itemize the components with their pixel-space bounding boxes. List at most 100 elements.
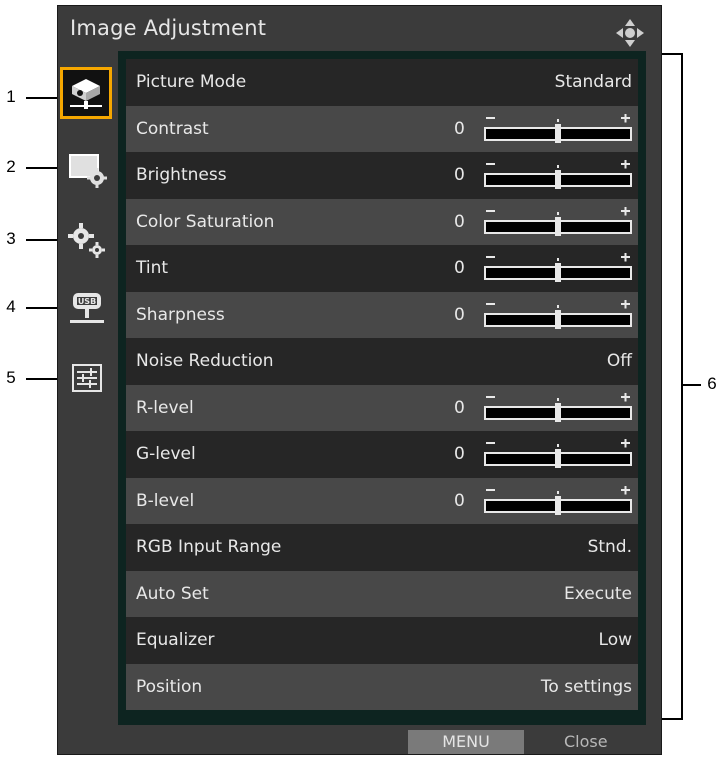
menu-panel: Picture Mode Standard Contrast 0 Brightness 0… [118,51,646,725]
adjustment-slider[interactable] [484,299,632,330]
menu-item-rgb-input-range[interactable]: RGB Input Range Stnd. [126,524,638,571]
callout-3: 3 [6,229,16,248]
slider-plus-icon [624,485,627,494]
sidebar-screen-settings[interactable] [58,146,114,192]
menu-item-number: 0 [454,397,465,418]
menu-item-value: Low [598,630,632,651]
menu-item-value: Stnd. [587,537,632,558]
menu-item-number: 0 [454,258,465,279]
slider-plus-icon [624,439,627,448]
menu-item-label: Picture Mode [136,72,247,93]
slider-plus-icon [624,206,627,215]
close-label: Close [564,732,608,751]
menu-item-g-level[interactable]: G-level 0 [126,431,638,478]
menu-item-value: Execute [564,583,632,604]
slider-plus-icon [624,160,627,169]
slider-knob [555,449,561,468]
callout-line-1 [26,97,60,99]
footer-bar: MENU Close [58,726,663,754]
adjustment-slider[interactable] [484,392,632,423]
slider-center-tick [557,118,559,122]
menu-item-label: Position [136,676,203,697]
window-title: Image Adjustment [70,16,267,40]
callout-4: 4 [6,297,16,316]
slider-minus-icon [486,116,495,119]
slider-plus-icon [624,299,627,308]
slider-minus-icon [486,256,495,258]
menu-item-label: RGB Input Range [136,537,282,558]
slider-center-tick [557,304,559,308]
menu-item-number: 0 [454,211,465,232]
slider-knob [555,123,561,143]
menu-item-number: 0 [454,118,465,139]
menu-item-b-level[interactable]: B-level 0 [126,477,638,524]
image-adjustment-window: Image Adjustment USB Picture Mode Standa… [57,5,662,755]
menu-item-noise-reduction[interactable]: Noise Reduction Off [126,338,638,385]
menu-item-sharpness[interactable]: Sharpness 0 [126,291,638,338]
information-icon [72,364,102,392]
menu-item-position[interactable]: Position To settings [126,663,638,710]
callout-6: 6 [707,374,717,393]
callout-1: 1 [6,87,16,106]
settings-gears-icon [68,223,105,258]
sidebar-information[interactable] [58,355,114,401]
menu-item-number: 0 [454,490,465,511]
menu-item-number: 0 [454,165,465,186]
menu-item-value: Off [606,351,632,372]
slider-minus-icon [486,442,495,444]
menu-item-label: Auto Set [136,583,209,604]
menu-item-contrast[interactable]: Contrast 0 [126,105,638,152]
menu-item-auto-set[interactable]: Auto Set Execute [126,570,638,617]
slider-center-tick [557,397,559,401]
menu-list: Picture Mode Standard Contrast 0 Brightness 0… [126,59,638,710]
sidebar-settings[interactable] [58,216,114,262]
slider-minus-icon [486,209,495,212]
sidebar-image-adjustment[interactable] [60,67,112,119]
slider-minus-icon [486,163,495,165]
slider-knob [555,495,561,515]
sidebar-network[interactable]: USB [58,286,114,332]
adjustment-slider[interactable] [484,113,632,144]
slider-knob [555,170,561,189]
menu-button[interactable]: MENU [408,730,524,754]
slider-minus-icon [486,302,495,305]
menu-item-label: Equalizer [136,630,215,651]
slider-plus-icon [624,253,627,262]
screen-settings-icon [69,154,107,188]
menu-item-value: Standard [554,72,632,93]
menu-item-equalizer[interactable]: Equalizer Low [126,617,638,664]
slider-minus-icon [486,395,495,398]
slider-knob [555,309,561,329]
slider-plus-icon [624,392,627,401]
slider-center-tick [557,444,559,447]
callout-line-6 [681,384,701,386]
slider-center-tick [557,490,559,494]
adjustment-slider[interactable] [484,206,632,237]
adjustment-slider[interactable] [484,485,632,516]
usb-network-icon: USB [70,293,104,323]
slider-plus-icon [624,113,627,122]
callout-2: 2 [6,157,16,176]
menu-item-color-saturation[interactable]: Color Saturation 0 [126,198,638,245]
menu-item-value: To settings [540,676,632,697]
menu-item-brightness[interactable]: Brightness 0 [126,152,638,199]
adjustment-slider[interactable] [484,439,632,469]
callout-5: 5 [6,368,16,387]
slider-minus-icon [486,488,495,491]
image-adjustment-icon [70,79,102,109]
menu-item-label: Noise Reduction [136,351,274,372]
svg-text:USB: USB [78,297,96,306]
menu-item-r-level[interactable]: R-level 0 [126,384,638,431]
menu-item-picture-mode[interactable]: Picture Mode Standard [126,59,638,106]
slider-knob [555,402,561,422]
slider-center-tick [557,211,559,215]
slider-center-tick [557,258,559,261]
slider-knob [555,216,561,236]
adjustment-slider[interactable] [484,160,632,190]
menu-item-number: 0 [454,304,465,325]
adjustment-slider[interactable] [484,253,632,283]
slider-knob [555,263,561,282]
menu-item-tint[interactable]: Tint 0 [126,245,638,292]
menu-item-number: 0 [454,444,465,465]
slider-center-tick [557,165,559,168]
